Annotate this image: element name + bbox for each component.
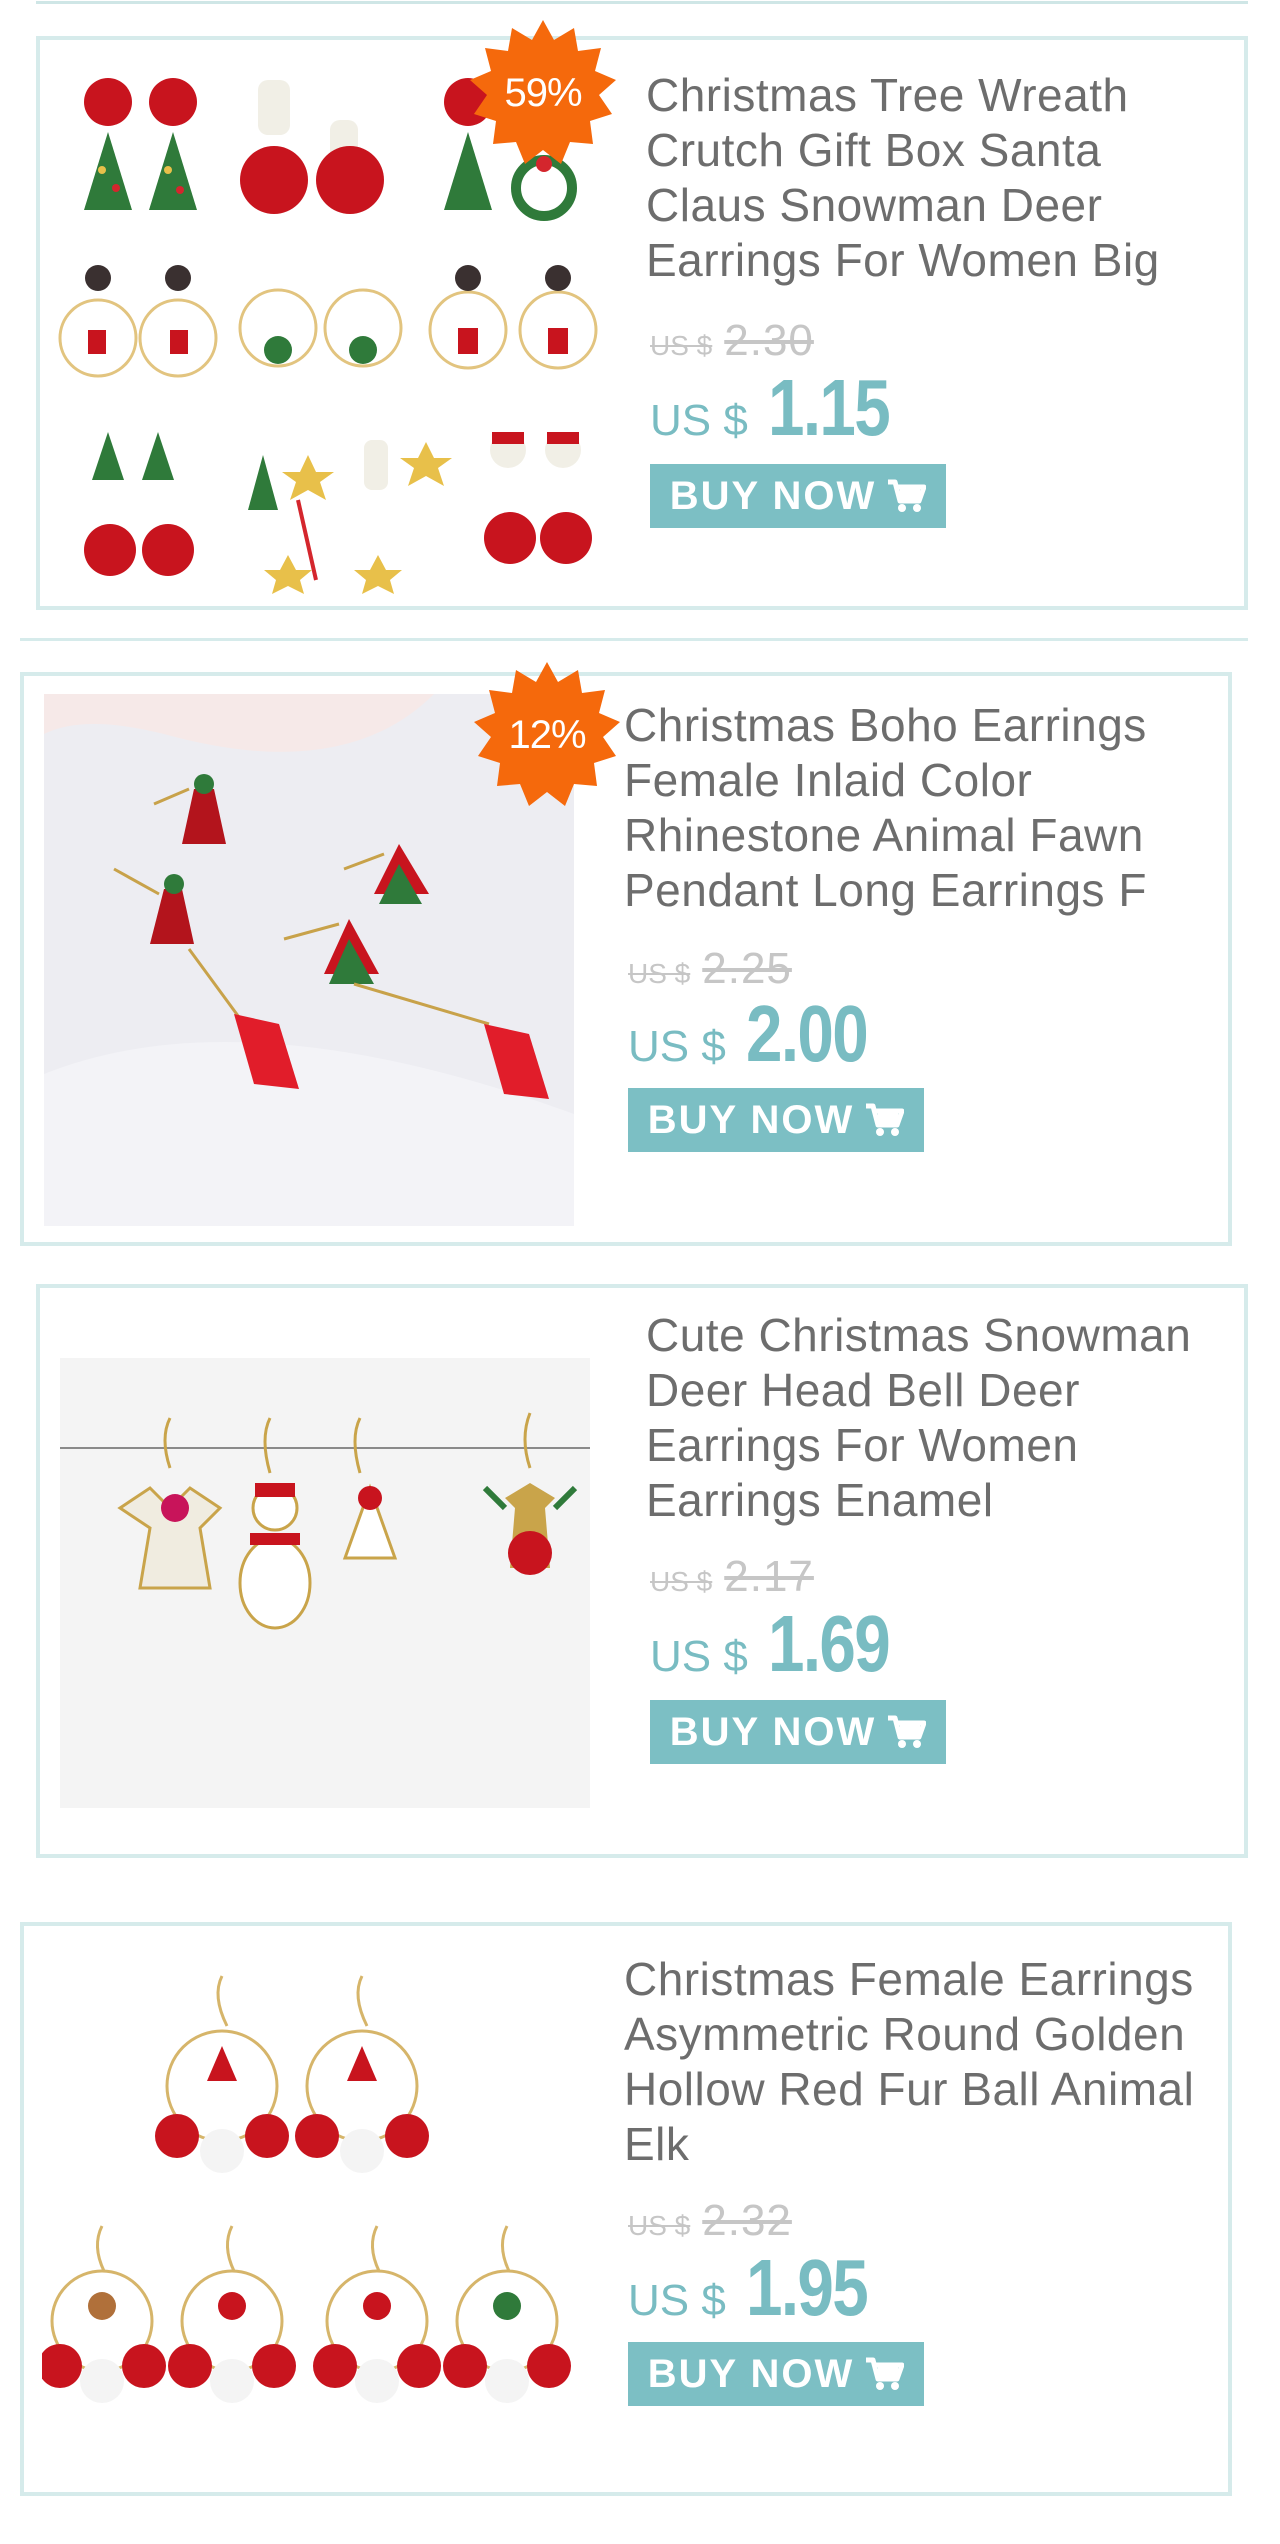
top-divider <box>36 0 1248 4</box>
cart-icon <box>866 1103 905 1136</box>
cart-icon <box>888 1715 927 1748</box>
sale-price: US $ 1.69 <box>650 1599 891 1688</box>
discount-badge: 59% <box>468 18 618 168</box>
original-price: US $ 2.32 <box>628 2196 792 2245</box>
sale-price: US $ 1.15 <box>650 363 891 452</box>
cart-icon <box>866 2357 905 2390</box>
discount-badge: 12% <box>472 660 622 810</box>
original-price: US $ 2.30 <box>650 316 814 365</box>
buy-now-button[interactable]: BUY NOW <box>650 1700 946 1764</box>
cart-icon <box>888 479 927 512</box>
product-card-4[interactable]: Christmas Female Earrings Asymmetric Rou… <box>20 1922 1232 2496</box>
product-title[interactable]: Cute Christmas Snowman Deer Head Bell De… <box>646 1308 1226 1528</box>
buy-now-button[interactable]: BUY NOW <box>650 464 946 528</box>
original-price: US $ 2.25 <box>628 944 792 993</box>
sale-price: US $ 2.00 <box>628 989 869 1078</box>
product-card-3[interactable]: Cute Christmas Snowman Deer Head Bell De… <box>36 1284 1248 1858</box>
section-divider <box>20 638 1248 641</box>
product-list: 59% Christmas Tree Wreath Crutch Gift Bo… <box>0 0 1280 2544</box>
product-title[interactable]: Christmas Tree Wreath Crutch Gift Box Sa… <box>646 68 1226 288</box>
buy-now-button[interactable]: BUY NOW <box>628 1088 924 1152</box>
product-image-3[interactable] <box>60 1358 590 1808</box>
product-title[interactable]: Christmas Female Earrings Asymmetric Rou… <box>624 1952 1204 2172</box>
product-title[interactable]: Christmas Boho Earrings Female Inlaid Co… <box>624 698 1204 918</box>
original-price: US $ 2.17 <box>650 1552 814 1601</box>
product-image-4[interactable] <box>42 1956 582 2476</box>
buy-now-button[interactable]: BUY NOW <box>628 2342 924 2406</box>
product-card-1[interactable]: 59% Christmas Tree Wreath Crutch Gift Bo… <box>36 20 1248 610</box>
sale-price: US $ 1.95 <box>628 2243 869 2332</box>
product-card-2[interactable]: 12% Christmas Boho Earrings Female Inlai… <box>20 662 1232 1246</box>
